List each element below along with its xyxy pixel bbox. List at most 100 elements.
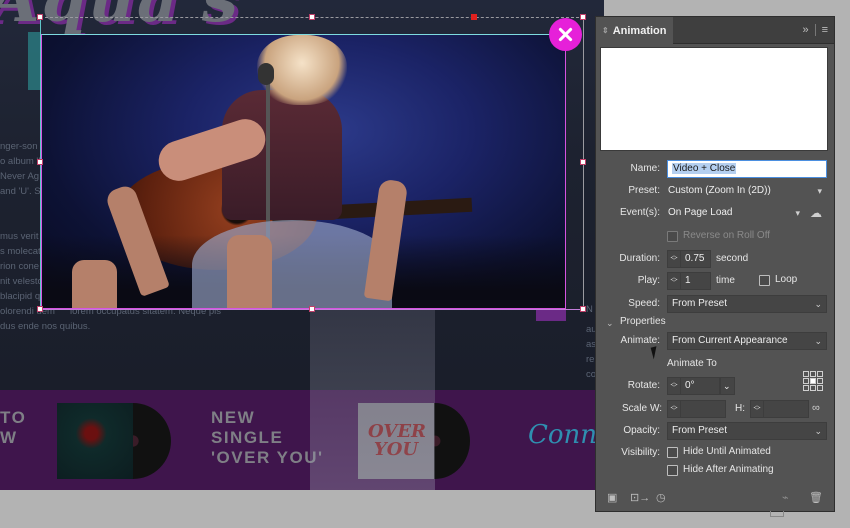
close-icon bbox=[558, 27, 573, 42]
scale-h-stepper[interactable]: ︿ ﹀ bbox=[750, 400, 764, 418]
visibility-label: Visibility: bbox=[621, 447, 660, 458]
reference-point-marker[interactable] bbox=[471, 14, 477, 20]
play-label: Play: bbox=[637, 275, 660, 286]
resize-handle-bottom-right[interactable] bbox=[580, 306, 586, 312]
video-close-button[interactable] bbox=[549, 18, 582, 51]
resize-handle-top-left[interactable] bbox=[37, 14, 43, 20]
body-text-line: Never Ag bbox=[0, 171, 40, 182]
name-input-value: Video + Close bbox=[672, 163, 737, 174]
resize-handle-right[interactable] bbox=[580, 159, 586, 165]
single-heading-line: 'OVER YOU' bbox=[211, 448, 324, 467]
animation-panel: ⇕ Animation » ≡ Name: Video + Close Pres… bbox=[595, 16, 835, 512]
body-text-line: o album 'I bbox=[0, 156, 41, 167]
opacity-label: Opacity: bbox=[623, 425, 660, 436]
loop-checkbox[interactable] bbox=[759, 275, 770, 286]
tab-grip-icon: ⇕ bbox=[602, 26, 609, 35]
resize-handle-top[interactable] bbox=[309, 14, 315, 20]
video-raised-hand bbox=[72, 260, 117, 308]
video-mic bbox=[258, 63, 274, 85]
right-column-text: re bbox=[586, 354, 595, 365]
document-canvas[interactable]: Aqua's nger-son o album 'I Never Ag and … bbox=[0, 0, 604, 490]
rotate-stepper[interactable]: ︿ ﹀ bbox=[667, 377, 681, 395]
duration-label: Duration: bbox=[619, 253, 660, 264]
preset-dropdown[interactable]: Custom (Zoom In (2D)) ▾ bbox=[663, 182, 827, 200]
rotate-input[interactable]: 0° bbox=[680, 377, 720, 395]
duration-unit: second bbox=[716, 253, 749, 264]
single-heading-line: SINGLE bbox=[211, 428, 284, 447]
scale-h-input[interactable] bbox=[763, 400, 809, 418]
animation-preview bbox=[600, 47, 828, 151]
timing-icon[interactable]: ◷ bbox=[656, 491, 666, 504]
name-input[interactable]: Video + Close bbox=[667, 160, 827, 178]
panel-header: ⇕ Animation » ≡ bbox=[596, 17, 834, 44]
hide-after-animating-label: Hide After Animating bbox=[683, 464, 774, 475]
scale-label: Scale bbox=[622, 403, 648, 414]
rotate-label: Rotate: bbox=[627, 380, 660, 391]
right-column-text: N bbox=[586, 304, 593, 315]
panel-menu-icon[interactable]: ≡ bbox=[822, 24, 828, 36]
resize-handle-top-right[interactable] bbox=[580, 14, 586, 20]
duration-stepper[interactable]: ︿ ﹀ bbox=[667, 250, 681, 268]
ref-point[interactable] bbox=[803, 378, 809, 384]
panel-tab-animation[interactable]: ⇕ Animation bbox=[596, 17, 673, 44]
opacity-value: From Preset bbox=[672, 425, 728, 436]
collapse-icon[interactable]: » bbox=[802, 24, 808, 36]
hide-until-animated-label: Hide Until Animated bbox=[683, 446, 771, 457]
body-text-line: dus ende nos quibus. bbox=[0, 321, 91, 332]
band-heading-line: TO bbox=[0, 408, 27, 427]
duration-input[interactable]: 0.75 bbox=[680, 250, 711, 268]
events-dropdown[interactable]: On Page Load ▾ bbox=[663, 204, 805, 222]
body-text-line: rion cone bbox=[0, 261, 40, 272]
constrain-proportions-icon[interactable]: ∞ bbox=[812, 401, 820, 415]
animate-value: From Current Appearance bbox=[672, 335, 788, 346]
play-value: 1 bbox=[685, 275, 691, 286]
ref-point[interactable] bbox=[817, 385, 823, 391]
properties-collapse-icon[interactable]: ⌄ bbox=[606, 316, 614, 330]
faded-figure bbox=[310, 300, 435, 490]
ref-point[interactable] bbox=[803, 385, 809, 391]
scale-w-stepper[interactable]: ︿ ﹀ bbox=[667, 400, 681, 418]
chevron-down-icon: ⌄ bbox=[814, 336, 822, 346]
play-input[interactable]: 1 bbox=[680, 272, 711, 290]
preview-spread-icon[interactable]: ▣ bbox=[607, 491, 617, 504]
event-settings-icon[interactable]: ☁ bbox=[810, 206, 822, 220]
play-stepper[interactable]: ︿ ﹀ bbox=[667, 272, 681, 290]
resize-handle-left[interactable] bbox=[37, 159, 43, 165]
video-frame[interactable] bbox=[41, 34, 566, 309]
body-text-line: nit velesto bbox=[0, 276, 43, 287]
speed-dropdown[interactable]: From Preset ⌄ bbox=[667, 295, 827, 313]
panel-footer: ▣ ⊡→ ◷ ⌁ 🗑 bbox=[596, 487, 834, 511]
scale-w-label: W: bbox=[650, 403, 663, 414]
motion-path-icon[interactable]: ⌁ bbox=[782, 491, 789, 504]
resize-handle-bottom-left[interactable] bbox=[37, 306, 43, 312]
ref-point[interactable] bbox=[817, 378, 823, 384]
rotate-dropdown[interactable]: ⌄ bbox=[720, 377, 735, 395]
rotate-value: 0° bbox=[685, 380, 695, 391]
single-heading-line: NEW bbox=[211, 408, 256, 427]
chevron-down-icon: ▾ bbox=[795, 208, 800, 218]
indesign-workspace: Aqua's nger-son o album 'I Never Ag and … bbox=[0, 0, 850, 528]
loop-label: Loop bbox=[775, 274, 798, 285]
ref-point[interactable] bbox=[817, 371, 823, 377]
delete-icon[interactable]: 🗑 bbox=[809, 491, 823, 504]
decorative-bar bbox=[28, 32, 40, 90]
events-value: On Page Load bbox=[668, 207, 733, 218]
reverse-on-roll-off-checkbox[interactable] bbox=[667, 231, 678, 242]
ref-point-selected[interactable] bbox=[810, 378, 816, 384]
ref-point[interactable] bbox=[810, 385, 816, 391]
resize-handle-bottom[interactable] bbox=[309, 306, 315, 312]
ref-point[interactable] bbox=[803, 371, 809, 377]
opacity-dropdown[interactable]: From Preset ⌄ bbox=[667, 422, 827, 440]
preview-selection-icon[interactable]: ⊡→ bbox=[630, 491, 650, 504]
hide-until-animated-checkbox[interactable] bbox=[667, 447, 678, 458]
hide-after-animating-checkbox[interactable] bbox=[667, 465, 678, 476]
panel-resize-grip[interactable] bbox=[770, 511, 784, 517]
ref-point[interactable] bbox=[810, 371, 816, 377]
chevron-down-icon: ▾ bbox=[817, 186, 822, 196]
reference-point-selector[interactable] bbox=[803, 371, 823, 391]
body-text-line: and 'U'. Sh bbox=[0, 186, 46, 197]
scale-w-input[interactable] bbox=[680, 400, 726, 418]
animate-dropdown[interactable]: From Current Appearance ⌄ bbox=[667, 332, 827, 350]
scale-h-label: H: bbox=[735, 403, 745, 414]
events-label: Event(s): bbox=[619, 207, 660, 218]
